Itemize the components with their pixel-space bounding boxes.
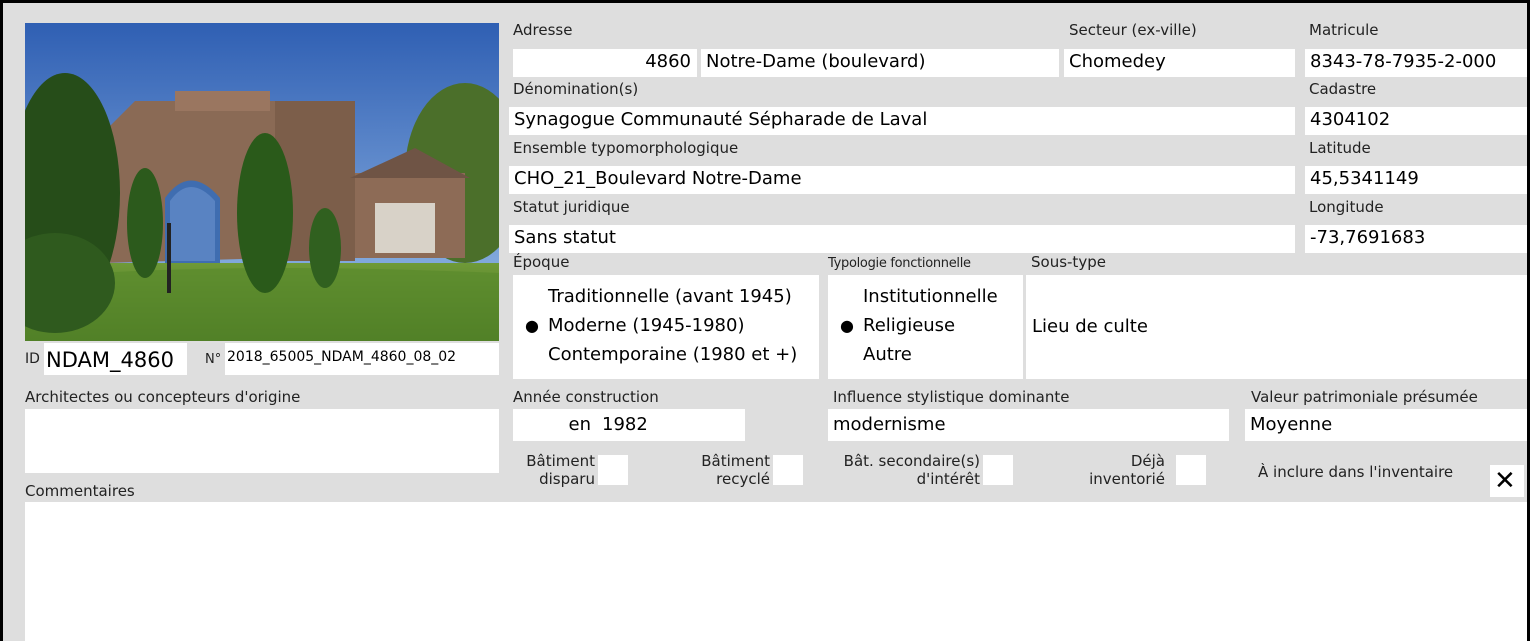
epoque-option-traditionnelle[interactable]: Traditionnelle (avant 1945) [548, 285, 792, 309]
adresse-street: Notre-Dame (boulevard) [701, 49, 1059, 77]
cadastre-value: 4304102 [1305, 107, 1527, 135]
typologie-option-autre[interactable]: Autre [863, 343, 912, 367]
influence-label: Influence stylistique dominante [833, 388, 1070, 406]
annee-value: 1982 [597, 409, 745, 441]
adresse-number: 4860 [513, 49, 697, 77]
ensemble-value: CHO_21_Boulevard Notre-Dame [509, 166, 1295, 194]
adresse-label: Adresse [513, 21, 573, 39]
numero-label: N° [205, 352, 222, 367]
checkbox-inclure[interactable]: ✕ [1490, 465, 1524, 497]
longitude-label: Longitude [1309, 198, 1384, 216]
epoque-selected-marker: ● [525, 316, 539, 335]
valeur-value: Moyenne [1245, 409, 1527, 441]
ensemble-label: Ensemble typomorphologique [513, 139, 739, 157]
typologie-selected-marker: ● [840, 316, 854, 335]
checkbox-recycle[interactable] [773, 455, 803, 485]
typologie-label: Typologie fonctionnelle [828, 256, 971, 271]
building-photo [25, 23, 499, 341]
checkbox-inventorie[interactable] [1176, 455, 1206, 485]
denomination-value: Synagogue Communauté Sépharade de Laval [509, 107, 1295, 135]
architectes-value [25, 409, 499, 473]
commentaires-label: Commentaires [25, 482, 135, 500]
statut-label: Statut juridique [513, 198, 630, 216]
id-label: ID [25, 351, 40, 367]
epoque-option-moderne[interactable]: Moderne (1945-1980) [548, 314, 745, 338]
sous-type-value: Lieu de culte [1032, 316, 1148, 337]
heritage-inventory-form: ID NDAM_4860 N° 2018_65005_NDAM_4860_08_… [0, 0, 1530, 641]
sous-type-label: Sous-type [1031, 253, 1106, 271]
annee-prefix: en [513, 409, 597, 441]
architectes-label: Architectes ou concepteurs d'origine [25, 388, 301, 406]
matricule-label: Matricule [1309, 21, 1379, 39]
commentaires-value[interactable] [25, 502, 1527, 641]
secteur-value: Chomedey [1064, 49, 1295, 77]
typologie-option-institutionnelle[interactable]: Institutionnelle [863, 285, 998, 309]
sous-type-box: Lieu de culte [1026, 275, 1527, 379]
latitude-label: Latitude [1309, 139, 1371, 157]
denomination-label: Dénomination(s) [513, 80, 639, 98]
typologie-option-religieuse[interactable]: Religieuse [863, 314, 955, 338]
id-value: NDAM_4860 [44, 343, 187, 375]
checkbox-inclure-label: À inclure dans l'inventaire [1258, 463, 1454, 481]
annee-label: Année construction [513, 388, 659, 406]
matricule-value: 8343-78-7935-2-000 [1305, 49, 1527, 77]
checkbox-secondaire[interactable] [983, 455, 1013, 485]
typologie-options: Institutionnelle ● Religieuse Autre [828, 275, 1023, 379]
checkbox-disparu-label: Bâtiment disparu [526, 452, 595, 488]
influence-value: modernisme [828, 409, 1229, 441]
epoque-label: Époque [513, 253, 570, 271]
statut-value: Sans statut [509, 225, 1295, 253]
latitude-value: 45,5341149 [1305, 166, 1527, 194]
epoque-option-contemporaine[interactable]: Contemporaine (1980 et +) [548, 343, 797, 367]
checkbox-disparu[interactable] [598, 455, 628, 485]
secteur-label: Secteur (ex-ville) [1069, 21, 1197, 39]
checkbox-recycle-label: Bâtiment recyclé [701, 452, 770, 488]
checkbox-inventorie-label: Déjà inventorié [1089, 452, 1165, 488]
numero-value: 2018_65005_NDAM_4860_08_02 [225, 343, 499, 375]
valeur-label: Valeur patrimoniale présumée [1251, 388, 1478, 406]
longitude-value: -73,7691683 [1305, 225, 1527, 253]
checkmark-x-icon: ✕ [1494, 466, 1516, 496]
epoque-options: Traditionnelle (avant 1945) ● Moderne (1… [513, 275, 819, 379]
checkbox-secondaire-label: Bât. secondaire(s) d'intérêt [843, 452, 980, 488]
cadastre-label: Cadastre [1309, 80, 1377, 98]
